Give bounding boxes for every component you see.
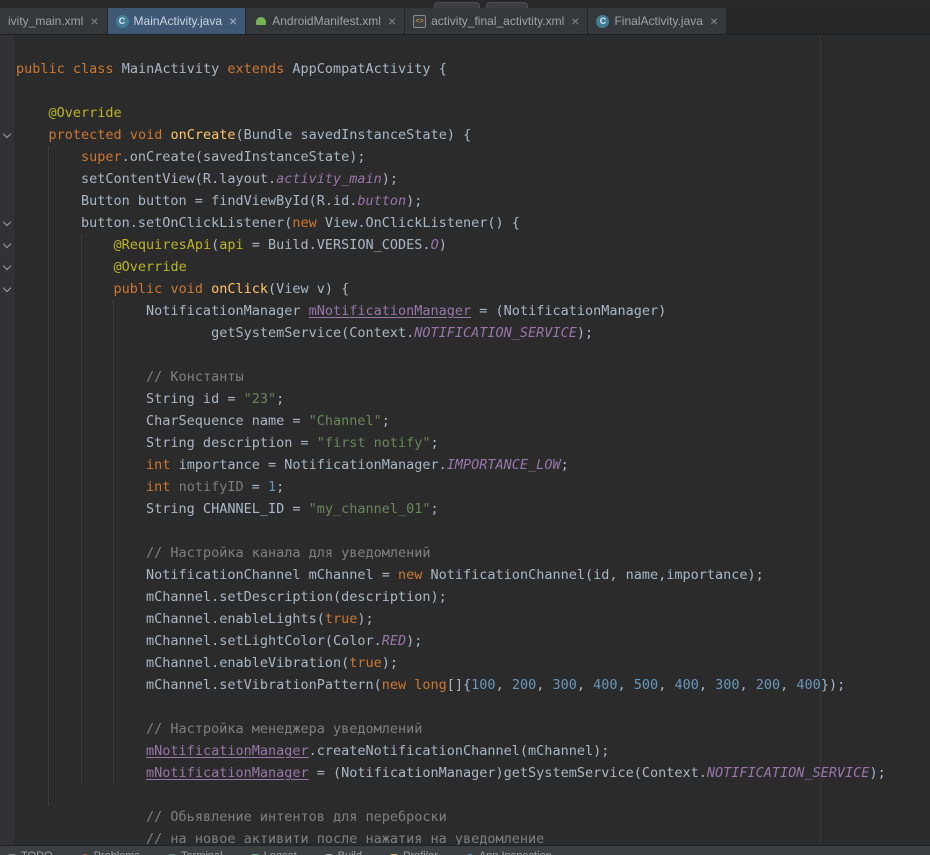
code-line: // на новое активити после нажатия на ув… bbox=[16, 828, 886, 845]
code-line bbox=[16, 520, 886, 542]
code-line: Button button = findViewById(R.id.button… bbox=[16, 190, 886, 212]
fold-marker[interactable] bbox=[3, 263, 12, 272]
code-line: String id = "23"; bbox=[16, 388, 886, 410]
xml-file-icon: <> bbox=[413, 15, 426, 28]
code-line: CharSequence name = "Channel"; bbox=[16, 410, 886, 432]
code-editor[interactable]: public class MainActivity extends AppCom… bbox=[0, 35, 930, 845]
code-line: @Override bbox=[16, 256, 886, 278]
code-line bbox=[16, 80, 886, 102]
code-line: mChannel.setLightColor(Color.RED); bbox=[16, 630, 886, 652]
fold-marker[interactable] bbox=[3, 219, 12, 228]
class-file-icon: C bbox=[596, 15, 609, 28]
fold-marker[interactable] bbox=[3, 241, 12, 250]
code-line: NotificationManager mNotificationManager… bbox=[16, 300, 886, 322]
code-line: // Обьявление интентов для переброски bbox=[16, 806, 886, 828]
editor-tab-androidmanifest-xml[interactable]: AndroidManifest.xml × bbox=[246, 8, 405, 34]
close-tab-icon[interactable]: × bbox=[388, 14, 396, 28]
code-line: NotificationChannel mChannel = new Notif… bbox=[16, 564, 886, 586]
fold-marker[interactable] bbox=[3, 285, 12, 294]
editor-gutter bbox=[0, 35, 14, 845]
code-line bbox=[16, 696, 886, 718]
class-file-icon: C bbox=[116, 15, 129, 28]
toolwindow-label: Logcat bbox=[264, 850, 297, 855]
tab-label: activity_final_activtity.xml bbox=[431, 14, 564, 28]
tab-label: FinalActivity.java bbox=[614, 14, 702, 28]
toolwindow-label: TODO bbox=[21, 850, 53, 855]
code-line: int notifyID = 1; bbox=[16, 476, 886, 498]
tool-window-bar: TODO Problems Terminal Logcat Build Profiler A… bbox=[0, 845, 930, 855]
toolwindow-button-profiler[interactable]: Profiler bbox=[390, 846, 438, 855]
code-line: mChannel.enableVibration(true); bbox=[16, 652, 886, 674]
toolwindow-label: Profiler bbox=[403, 850, 438, 855]
code-line: // Настройка менеджера уведомлений bbox=[16, 718, 886, 740]
code-line: mChannel.setDescription(description); bbox=[16, 586, 886, 608]
editor-tab-ivity-main-xml[interactable]: ivity_main.xml × bbox=[0, 8, 108, 34]
toolwindow-button-build[interactable]: Build bbox=[325, 846, 362, 855]
code-line: String description = "first notify"; bbox=[16, 432, 886, 454]
code-line: public class MainActivity extends AppCom… bbox=[16, 58, 886, 80]
code-line bbox=[16, 784, 886, 806]
close-tab-icon[interactable]: × bbox=[90, 14, 98, 28]
code-line: // Настройка канала для уведомлений bbox=[16, 542, 886, 564]
code-line: mChannel.setVibrationPattern(new long[]{… bbox=[16, 674, 886, 696]
code-line bbox=[16, 344, 886, 366]
toolwindow-button-todo[interactable]: TODO bbox=[8, 846, 53, 855]
toolwindow-button-problems[interactable]: Problems bbox=[81, 846, 140, 855]
code-line: button.setOnClickListener(new View.OnCli… bbox=[16, 212, 886, 234]
editor-tab-mainactivity-java[interactable]: C MainActivity.java × bbox=[108, 8, 247, 34]
code-line: getSystemService(Context.NOTIFICATION_SE… bbox=[16, 322, 886, 344]
code-area: public class MainActivity extends AppCom… bbox=[16, 58, 886, 845]
toolwindow-label: Build bbox=[338, 850, 362, 855]
code-line: setContentView(R.layout.activity_main); bbox=[16, 168, 886, 190]
code-line: public void onClick(View v) { bbox=[16, 278, 886, 300]
tab-label: MainActivity.java bbox=[134, 14, 222, 28]
code-line: super.onCreate(savedInstanceState); bbox=[16, 146, 886, 168]
toolwindow-button-terminal[interactable]: Terminal bbox=[168, 846, 223, 855]
close-tab-icon[interactable]: × bbox=[571, 14, 579, 28]
code-line: mChannel.enableLights(true); bbox=[16, 608, 886, 630]
code-line: protected void onCreate(Bundle savedInst… bbox=[16, 124, 886, 146]
code-line: int importance = NotificationManager.IMP… bbox=[16, 454, 886, 476]
fold-marker[interactable] bbox=[3, 131, 12, 140]
code-line: // Константы bbox=[16, 366, 886, 388]
close-tab-icon[interactable]: × bbox=[710, 14, 718, 28]
tab-label: ivity_main.xml bbox=[8, 14, 83, 28]
main-toolbar bbox=[0, 0, 930, 8]
ide-window: ivity_main.xml×CMainActivity.java×Androi… bbox=[0, 0, 930, 855]
code-line: @RequiresApi(api = Build.VERSION_CODES.O… bbox=[16, 234, 886, 256]
toolwindow-label: Problems bbox=[94, 850, 140, 855]
manifest-file-icon bbox=[254, 15, 267, 28]
editor-tab-activity-final-activtity-xml[interactable]: <> activity_final_activtity.xml × bbox=[405, 8, 588, 34]
code-line: mNotificationManager = (NotificationMana… bbox=[16, 762, 886, 784]
code-line: mNotificationManager.createNotificationC… bbox=[16, 740, 886, 762]
code-line: String CHANNEL_ID = "my_channel_01"; bbox=[16, 498, 886, 520]
toolwindow-button-logcat[interactable]: Logcat bbox=[251, 846, 297, 855]
editor-tab-bar: ivity_main.xml×CMainActivity.java×Androi… bbox=[0, 8, 930, 35]
toolwindow-label: App Inspection bbox=[479, 850, 552, 855]
toolwindow-label: Terminal bbox=[181, 850, 223, 855]
code-line: @Override bbox=[16, 102, 886, 124]
close-tab-icon[interactable]: × bbox=[229, 14, 237, 28]
toolwindow-button-app-inspection[interactable]: App Inspection bbox=[466, 846, 552, 855]
editor-tab-finalactivity-java[interactable]: C FinalActivity.java × bbox=[588, 8, 727, 34]
tab-label: AndroidManifest.xml bbox=[272, 14, 381, 28]
